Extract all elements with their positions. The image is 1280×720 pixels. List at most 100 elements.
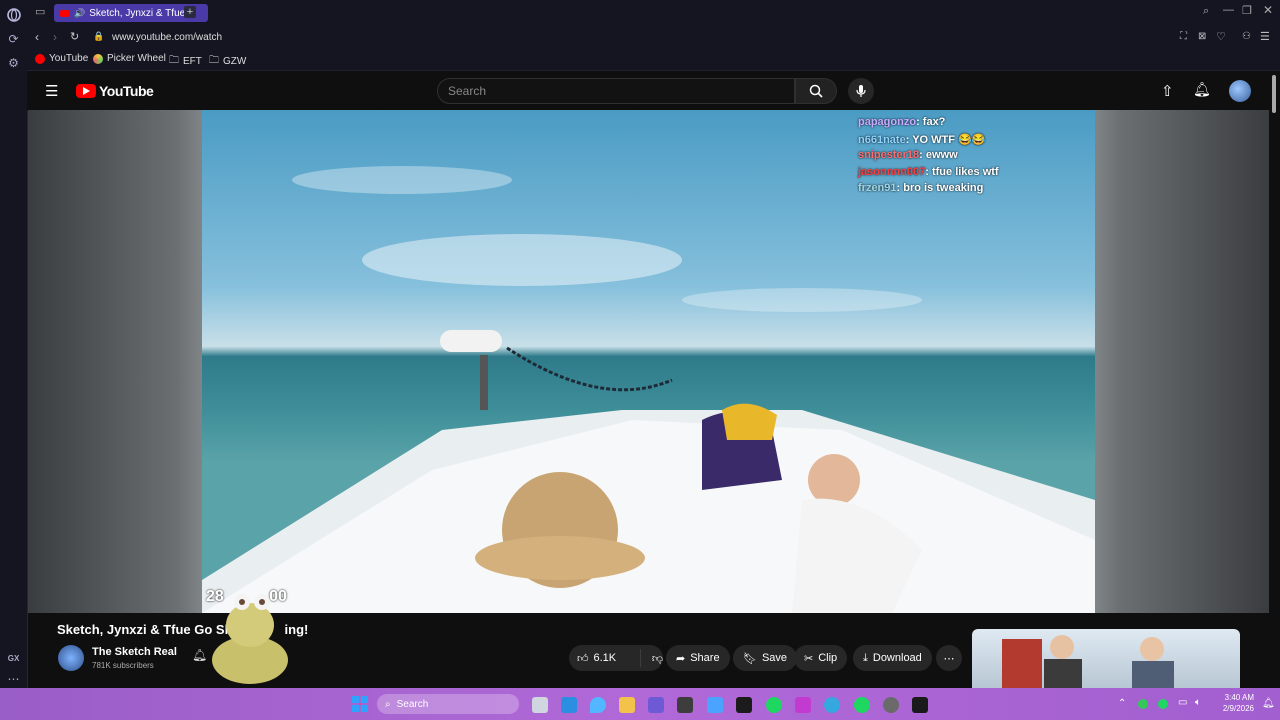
widgets-icon[interactable]	[561, 697, 577, 713]
taskbar-search-label: Search	[396, 698, 429, 710]
chat-text: : tfue likes wtf	[925, 166, 999, 178]
notifications-bell-icon[interactable]: 🔔︎	[1193, 81, 1211, 98]
account-icon[interactable]: ⚇	[1242, 31, 1251, 42]
bookmark-label: Picker Wheel	[107, 53, 166, 64]
youtube-icon	[35, 53, 45, 64]
folder-icon: 🗀	[209, 55, 219, 66]
chat-user: n661nate	[858, 134, 906, 146]
tray-app-icon[interactable]	[1138, 699, 1148, 709]
chat-user: papagonzo	[858, 116, 917, 128]
like-button[interactable]: 👍︎ 6.1K	[569, 652, 635, 665]
new-tab-button[interactable]: +	[184, 6, 196, 18]
notepad-icon[interactable]	[707, 697, 723, 713]
adblock-icon[interactable]: ⊠	[1198, 31, 1206, 42]
speaker-icon[interactable]: 🔊	[74, 8, 85, 19]
youtube-play-icon	[76, 84, 96, 98]
capcut-icon[interactable]	[736, 697, 752, 713]
search-tabs-icon[interactable]: ⌕	[1203, 5, 1209, 18]
chevron-up-icon[interactable]: ⌃	[1118, 698, 1126, 709]
microphone-icon	[856, 85, 866, 97]
like-count: 6.1K	[593, 652, 617, 664]
bookmark-gzw[interactable]: 🗀 GZW	[209, 53, 246, 70]
network-icon[interactable]: ▭	[1178, 697, 1187, 708]
opera-gx-icon[interactable]	[912, 697, 928, 713]
tab-menu-icon[interactable]: ▭	[35, 5, 49, 19]
wheel-icon	[93, 53, 103, 64]
more-actions-button[interactable]: ⋯	[936, 645, 962, 671]
restore-icon[interactable]: ❐	[1242, 4, 1252, 17]
minimize-icon[interactable]: —	[1223, 4, 1234, 16]
save-button[interactable]: 🔖︎ Save	[733, 645, 798, 671]
notification-center-icon[interactable]: 🔔︎	[1262, 698, 1275, 709]
youtube-favicon-icon	[60, 9, 70, 17]
address-bar-row: ‹ › ↻ 🔒 www.youtube.com/watch ⛶ ⊠ ♡ ⚇ ☰	[27, 26, 1280, 50]
reload-icon[interactable]: ↻	[70, 30, 79, 43]
gx-control-icon[interactable]: ⚙	[5, 54, 22, 71]
bookmark-label: YouTube	[49, 53, 89, 64]
opera-menu-icon[interactable]	[5, 6, 22, 23]
easy-setup-icon[interactable]: ☰	[1260, 30, 1270, 43]
upload-icon[interactable]: ⇧	[1161, 82, 1174, 100]
bookmark-icon: 🔖︎	[743, 652, 757, 665]
clock-date: 2/9/2026	[1222, 704, 1254, 713]
search-button[interactable]	[795, 78, 837, 104]
save-label: Save	[761, 652, 788, 664]
taskbar-search[interactable]: ⌕ Search	[377, 694, 519, 714]
sync-icon[interactable]: ⟳	[5, 30, 22, 47]
speaker-icon[interactable]: 🔈︎	[1195, 697, 1201, 708]
hamburger-menu-icon[interactable]: ☰	[45, 82, 58, 100]
url-field[interactable]: www.youtube.com/watch	[112, 32, 222, 43]
snapshot-icon[interactable]: ⛶	[1180, 31, 1187, 42]
file-explorer-icon[interactable]	[619, 697, 635, 713]
voice-search-button[interactable]	[848, 78, 874, 104]
thumbs-up-icon: 👍︎	[577, 652, 589, 665]
search-icon: ⌕	[385, 698, 391, 710]
chat-user: snipester18	[858, 149, 920, 161]
page-scrollbar[interactable]	[1272, 75, 1276, 113]
close-window-icon[interactable]: ✕	[1263, 3, 1273, 17]
heart-icon[interactable]: ♡	[1216, 30, 1226, 43]
clip-label: Clip	[818, 652, 838, 664]
spotify-icon[interactable]	[766, 697, 782, 713]
channel-avatar[interactable]	[58, 645, 84, 671]
purple-app-icon[interactable]	[795, 697, 811, 713]
copilot-icon[interactable]	[590, 697, 606, 713]
more-icon[interactable]: ⋯	[5, 670, 22, 687]
chat-message: jasonnnn007: tfue likes wtf	[858, 166, 999, 178]
bookmark-eft[interactable]: 🗀 EFT	[169, 53, 202, 70]
youtube-wordmark: YouTube	[99, 83, 154, 99]
folder-icon: 🗀	[169, 55, 179, 66]
share-button[interactable]: ➦ Share	[666, 645, 730, 671]
spotify-icon[interactable]	[854, 697, 870, 713]
chat-message: papagonzo: fax?	[858, 116, 945, 128]
like-dislike-group: 👍︎ 6.1K 👎︎	[569, 645, 663, 671]
task-view-icon[interactable]	[532, 697, 548, 713]
avatar[interactable]	[1229, 80, 1251, 102]
bookmark-youtube[interactable]: YouTube	[35, 53, 88, 64]
tray-spotify-icon[interactable]	[1158, 699, 1168, 709]
youtube-logo[interactable]: YouTube	[76, 83, 154, 99]
search-input[interactable]: Search	[437, 78, 795, 104]
thumbs-down-icon: 👎︎	[651, 652, 663, 665]
windows-taskbar	[0, 688, 1280, 720]
chat-user: jasonnnn007	[858, 166, 926, 178]
clock[interactable]: 3:40 AM 2/9/2026	[1214, 692, 1254, 714]
xbox-icon[interactable]	[677, 697, 693, 713]
back-icon[interactable]: ‹	[35, 30, 39, 44]
browser-sidebar: ⟳ ⚙ GX ⋯	[0, 0, 28, 688]
start-windows-icon[interactable]	[352, 696, 368, 712]
chat-text: : fax?	[916, 116, 946, 128]
recommended-video-thumbnail[interactable]	[972, 629, 1240, 688]
download-button[interactable]: ⤓ Download	[853, 645, 932, 671]
bookmark-picker-wheel[interactable]: Picker Wheel	[93, 53, 166, 64]
app-grid-icon[interactable]	[648, 697, 664, 713]
clip-button[interactable]: ✂ Clip	[794, 645, 848, 671]
bookmarks-bar: YouTube Picker Wheel 🗀 EFT 🗀 GZW	[27, 50, 1280, 71]
forward-icon[interactable]: ›	[53, 30, 57, 44]
chat-message: frzen91: bro is tweaking	[858, 182, 983, 194]
edge-icon[interactable]	[824, 697, 840, 713]
dislike-button[interactable]: 👎︎	[646, 652, 663, 665]
channel-name[interactable]: The Sketch Real	[92, 646, 177, 658]
steam-icon[interactable]	[883, 697, 899, 713]
tab-title: Sketch, Jynxzi & Tfue G	[89, 7, 196, 19]
